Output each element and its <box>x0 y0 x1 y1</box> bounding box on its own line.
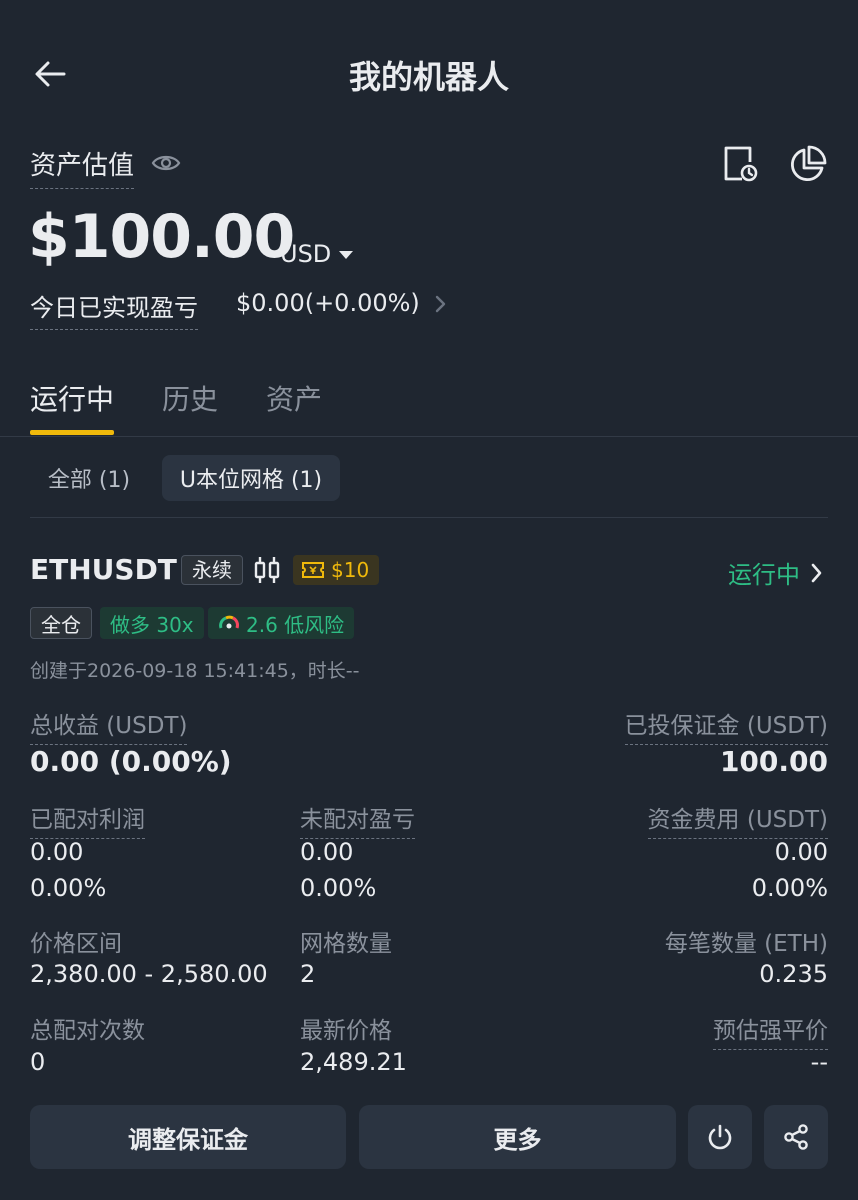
tab-history[interactable]: 历史 <box>162 378 218 418</box>
match-count-value: 0 <box>30 1048 46 1076</box>
qty-per-order-value: 0.235 <box>759 960 828 988</box>
candlestick-icon[interactable] <box>254 554 280 586</box>
liq-price-label[interactable]: 预估强平价 <box>713 1011 828 1050</box>
stop-button[interactable] <box>688 1105 752 1169</box>
bot-status-link[interactable]: 运行中 <box>728 555 824 590</box>
asset-valuation-label[interactable]: 资产估值 <box>30 145 135 189</box>
gauge-icon <box>219 615 239 629</box>
liq-price-value: -- <box>810 1048 828 1076</box>
ticket-icon <box>302 562 324 578</box>
created-time: 创建于2026-09-18 15:41:45，时长-- <box>30 660 360 682</box>
report-history-icon[interactable] <box>720 144 760 184</box>
grid-count-label: 网格数量 <box>300 931 392 957</box>
today-pnl-label[interactable]: 今日已实现盈亏 <box>30 288 198 330</box>
matched-profit-pct: 0.00% <box>30 874 107 902</box>
perpetual-tag: 永续 <box>181 555 243 585</box>
coupon-badge: $10 <box>293 555 380 585</box>
last-price-label: 最新价格 <box>300 1018 392 1044</box>
funding-fee-value: 0.00 <box>774 838 828 866</box>
last-price-value: 2,489.21 <box>300 1048 407 1076</box>
eye-icon[interactable] <box>150 149 182 177</box>
margin-label[interactable]: 已投保证金 (USDT) <box>624 706 828 745</box>
tab-assets[interactable]: 资产 <box>266 378 322 418</box>
unmatched-pnl-value: 0.00 <box>300 838 354 866</box>
today-pnl-value: $0.00(+0.00%) <box>236 289 420 317</box>
direction-tag: 做多 30x <box>100 607 204 639</box>
margin-value: 100.00 <box>719 745 828 778</box>
bot-status: 运行中 <box>728 561 800 589</box>
funding-fee-label[interactable]: 资金费用 (USDT) <box>647 800 828 839</box>
divider <box>30 517 828 518</box>
divider <box>0 436 858 437</box>
bot-symbol[interactable]: ETHUSDT <box>30 553 177 586</box>
chevron-right-icon[interactable] <box>432 292 450 316</box>
unmatched-pnl-label[interactable]: 未配对盈亏 <box>300 800 415 839</box>
match-count-label: 总配对次数 <box>30 1018 145 1044</box>
filter-usdt-grid[interactable]: U本位网格 (1) <box>162 455 340 501</box>
grid-count-value: 2 <box>300 960 316 988</box>
funding-fee-pct: 0.00% <box>751 874 828 902</box>
price-range-label: 价格区间 <box>30 931 122 957</box>
margin-mode-tag: 全仓 <box>30 607 92 639</box>
matched-profit-label[interactable]: 已配对利润 <box>30 800 145 839</box>
adjust-margin-button[interactable]: 调整保证金 <box>30 1105 346 1169</box>
qty-per-order-label: 每笔数量 (ETH) <box>664 931 828 957</box>
currency-selector[interactable]: USD <box>280 240 354 268</box>
page-title: 我的机器人 <box>348 58 509 96</box>
share-icon <box>784 1124 808 1150</box>
caret-down-icon <box>339 251 354 259</box>
matched-profit-value: 0.00 <box>30 838 84 866</box>
filter-all[interactable]: 全部 (1) <box>30 455 148 501</box>
coupon-value: $10 <box>331 558 370 582</box>
active-tab-indicator <box>30 430 114 435</box>
more-button[interactable]: 更多 <box>359 1105 676 1169</box>
pie-chart-icon[interactable] <box>788 144 828 184</box>
currency-label: USD <box>280 240 332 268</box>
unmatched-pnl-pct: 0.00% <box>300 874 377 902</box>
price-range-value: 2,380.00 - 2,580.00 <box>30 960 268 988</box>
power-icon <box>708 1124 732 1150</box>
chevron-right-icon <box>811 563 822 582</box>
total-profit-value: 0.00 (0.00%) <box>30 745 232 778</box>
risk-tag[interactable]: 2.6 低风险 <box>208 607 355 639</box>
asset-balance: $100.00 <box>28 202 295 272</box>
tab-running[interactable]: 运行中 <box>30 378 114 418</box>
risk-text: 2.6 低风险 <box>246 612 345 637</box>
total-profit-label[interactable]: 总收益 (USDT) <box>30 706 188 745</box>
share-button[interactable] <box>764 1105 828 1169</box>
